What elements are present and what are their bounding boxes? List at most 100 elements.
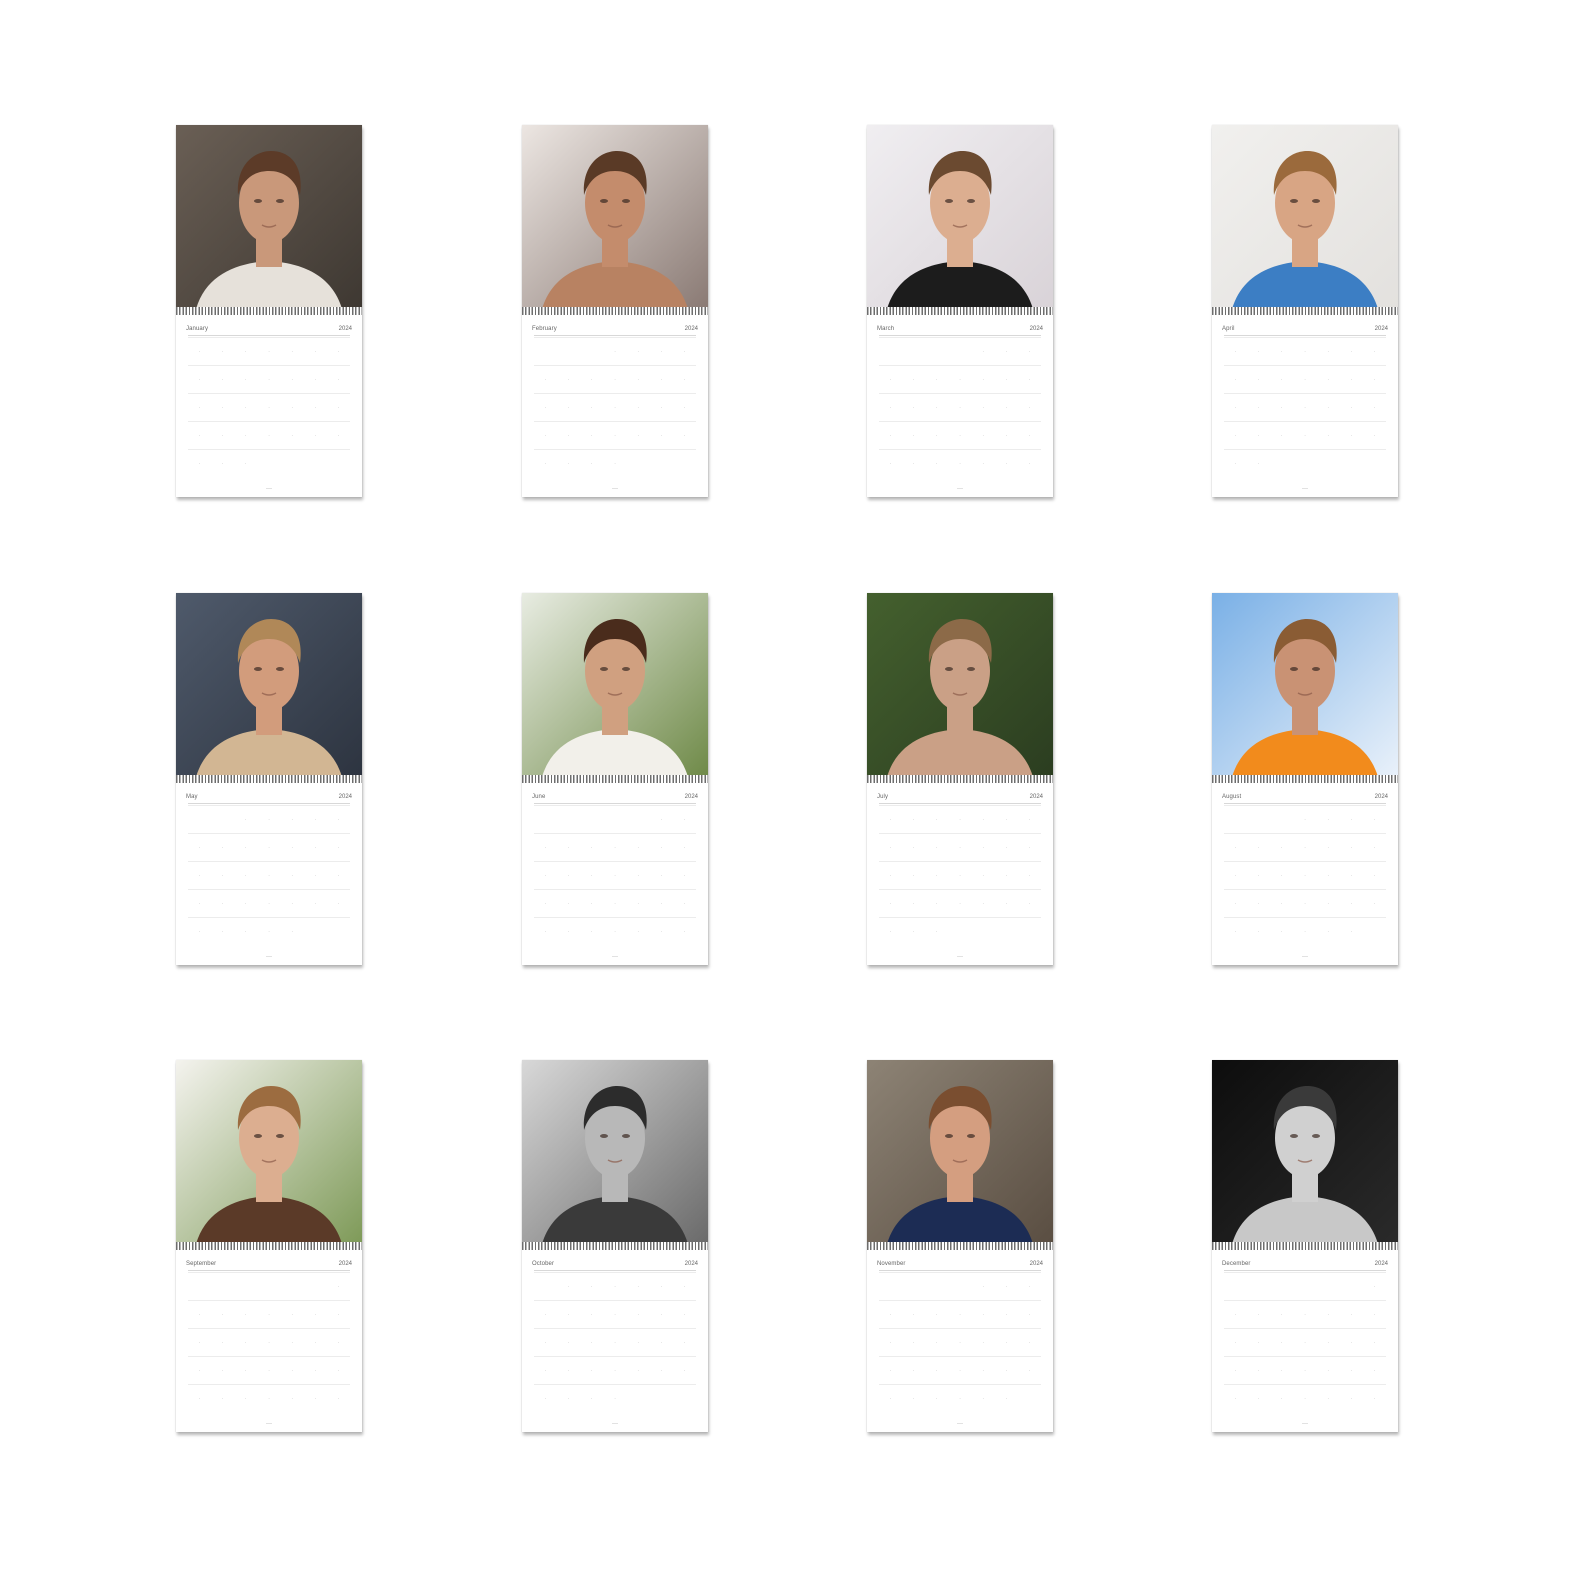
day-cell — [303, 917, 327, 945]
day-cell: · — [994, 1356, 1018, 1384]
day-cell: · — [672, 833, 696, 861]
day-cell: · — [303, 833, 327, 861]
calendar-march: March 2024 · · · · · · · · · · · · · · · · · · · · · · · · · · · · · · · — [867, 125, 1053, 497]
portrait-suit-dark-image — [1212, 1060, 1398, 1244]
day-cell: · — [626, 365, 650, 393]
day-grid: · · · · · · · · · · · · · · · · · · · · · · · · · · · · · · · — [534, 1272, 696, 1412]
day-cell: · — [902, 1384, 926, 1412]
day-cell: · — [1224, 917, 1248, 945]
day-cell: · — [1270, 833, 1294, 861]
day-cell: · — [280, 393, 304, 421]
day-cell: · — [1224, 1300, 1248, 1328]
month-name: July — [877, 794, 889, 800]
day-cell: · — [902, 1356, 926, 1384]
calendar-july: July 2024 · · · · · · · · · · · · · · · · · · · · · · · · · · · · · · · — [867, 593, 1053, 965]
day-grid: · · · · · · · · · · · · · · · · · · · · · · · · · · · · · · — [534, 805, 696, 945]
day-cell: · — [1270, 1328, 1294, 1356]
day-grid: · · · · · · · · · · · · · · · · · · · · · · · · · · · · · — [1224, 1272, 1386, 1412]
day-grid: · · · · · · · · · · · · · · · · · · · · · · · · · · · · · · · — [879, 337, 1041, 477]
day-cell: · — [280, 889, 304, 917]
month-page: October 2024 · · · · · · · · · · · · · · · · · · · · · · · · · · · · ·… — [522, 1250, 708, 1432]
day-cell — [534, 337, 558, 365]
portrait-forest-shirtless-image — [867, 593, 1053, 777]
day-cell — [971, 917, 995, 945]
day-cell: · — [257, 1300, 281, 1328]
day-cell: · — [948, 1384, 972, 1412]
day-grid: · · · · · · · · · · · · · · · · · · · · · · · · · · · · · · — [1224, 337, 1386, 477]
day-cell: · — [303, 365, 327, 393]
day-cell: · — [211, 833, 235, 861]
day-cell: · — [649, 1328, 673, 1356]
day-cell — [626, 805, 650, 833]
day-cell: · — [188, 1384, 212, 1412]
day-cell: · — [948, 1356, 972, 1384]
month-year: 2024 — [1029, 326, 1043, 332]
day-cell: · — [1339, 1384, 1363, 1412]
page-footer-mark — [1302, 956, 1308, 957]
day-cell: · — [257, 889, 281, 917]
day-cell: · — [1362, 889, 1386, 917]
day-cell: · — [672, 365, 696, 393]
day-cell: · — [1017, 393, 1041, 421]
day-cell — [1224, 1272, 1248, 1300]
day-cell: · — [626, 337, 650, 365]
day-cell: · — [1270, 393, 1294, 421]
day-cell: · — [626, 889, 650, 917]
month-name: May — [186, 794, 198, 800]
month-name: April — [1222, 326, 1235, 332]
day-cell: · — [649, 1356, 673, 1384]
day-cell: · — [211, 1384, 235, 1412]
day-cell: · — [1339, 917, 1363, 945]
month-page: January 2024 · · · · · · · · · · · · · · · · · · · · · · · · · · · · ·… — [176, 315, 362, 497]
day-cell: · — [257, 917, 281, 945]
day-cell: · — [234, 1328, 258, 1356]
day-cell: · — [326, 337, 350, 365]
day-cell — [925, 1272, 949, 1300]
portrait-brown-blazer-image — [176, 1060, 362, 1244]
day-cell — [280, 1272, 304, 1300]
day-cell: · — [211, 365, 235, 393]
day-cell: · — [580, 393, 604, 421]
day-cell: · — [557, 365, 581, 393]
day-cell — [1293, 449, 1317, 477]
day-cell: · — [1224, 1328, 1248, 1356]
day-cell: · — [1247, 833, 1271, 861]
day-cell: · — [994, 393, 1018, 421]
day-cell: · — [902, 833, 926, 861]
day-cell: · — [557, 833, 581, 861]
day-cell: · — [971, 337, 995, 365]
day-cell: · — [672, 393, 696, 421]
day-cell: · — [534, 917, 558, 945]
day-cell: · — [1339, 1328, 1363, 1356]
day-cell: · — [1293, 1356, 1317, 1384]
month-photo — [522, 1060, 708, 1244]
month-name: August — [1222, 794, 1242, 800]
day-cell: · — [257, 1328, 281, 1356]
day-cell: · — [971, 889, 995, 917]
day-cell: · — [971, 833, 995, 861]
day-cell: · — [280, 1300, 304, 1328]
day-cell: · — [879, 889, 903, 917]
day-cell: · — [188, 421, 212, 449]
day-cell: · — [626, 833, 650, 861]
day-cell: · — [534, 861, 558, 889]
day-cell: · — [1316, 365, 1340, 393]
day-cell — [1270, 449, 1294, 477]
day-cell: · — [948, 421, 972, 449]
day-cell: · — [1224, 833, 1248, 861]
day-cell: · — [603, 337, 627, 365]
day-cell: · — [902, 805, 926, 833]
day-cell — [557, 337, 581, 365]
day-cell: · — [1339, 805, 1363, 833]
portrait-navy-sweater-image — [867, 1060, 1053, 1244]
day-cell: · — [1293, 917, 1317, 945]
day-cell: · — [649, 1272, 673, 1300]
day-cell — [1270, 1272, 1294, 1300]
month-name: September — [186, 1261, 217, 1267]
calendar-september: September 2024 · · · · · · · · · · · · · · · · · · · · · · · · · · ·… — [176, 1060, 362, 1432]
month-photo — [1212, 593, 1398, 777]
day-cell: · — [925, 1384, 949, 1412]
day-cell: · — [534, 1356, 558, 1384]
day-cell: · — [925, 421, 949, 449]
day-cell — [649, 1384, 673, 1412]
